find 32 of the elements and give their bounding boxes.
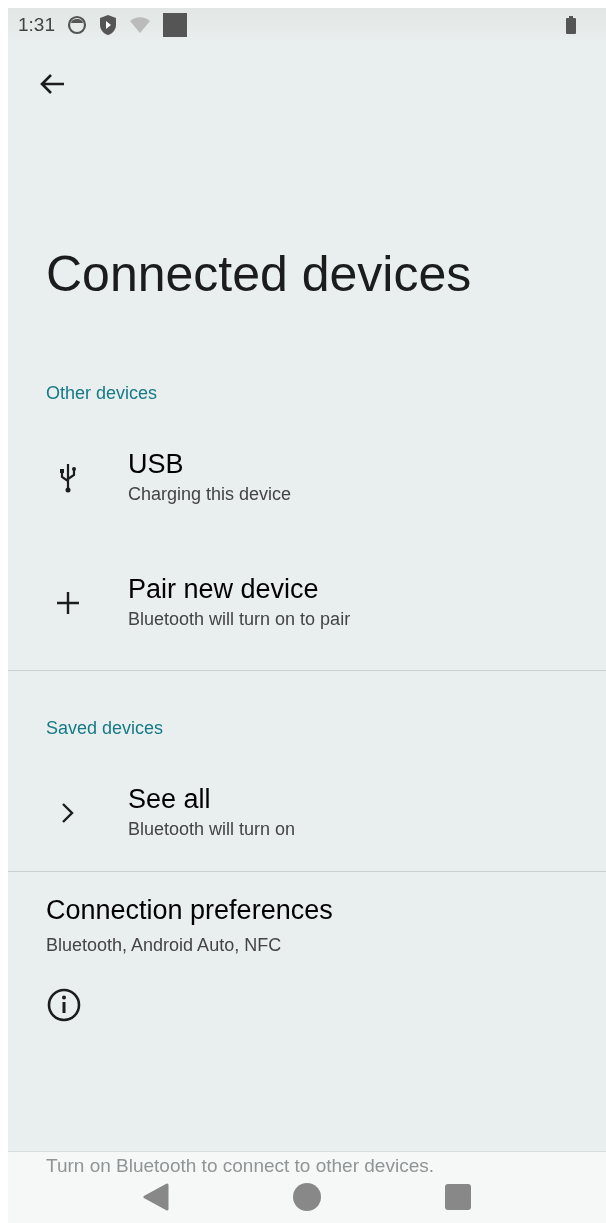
status-time: 1:31 bbox=[18, 12, 55, 37]
plus-icon bbox=[56, 591, 80, 615]
list-item[interactable]: See all Bluetooth will turn on bbox=[8, 755, 606, 871]
list-item[interactable]: Pair new device Bluetooth will turn on to pair bbox=[8, 536, 606, 670]
footer-text: Turn on Bluetooth to connect to other devices. bbox=[46, 1156, 434, 1177]
nav-recents-button[interactable] bbox=[445, 1182, 471, 1211]
item-subtitle: Bluetooth will turn on bbox=[128, 818, 296, 842]
nav-home-button[interactable] bbox=[293, 1182, 321, 1211]
section-header: Saved devices bbox=[46, 716, 165, 740]
list-item[interactable]: USB Charging this device bbox=[8, 420, 606, 536]
item-title: USB bbox=[128, 447, 185, 481]
nav-back-button[interactable] bbox=[143, 1182, 169, 1211]
item-title: See all bbox=[128, 782, 212, 816]
chevron-right-icon bbox=[61, 802, 75, 824]
preferences-item[interactable]: Connection preferences Bluetooth, Android Auto, NFC bbox=[8, 872, 606, 959]
info-icon bbox=[46, 986, 82, 1023]
item-subtitle: Charging this device bbox=[128, 483, 292, 507]
triangle-icon bbox=[143, 1182, 169, 1211]
page-title: Connected devices bbox=[46, 245, 473, 304]
square-icon bbox=[163, 13, 187, 37]
usb-icon bbox=[58, 463, 78, 493]
shield-play-icon bbox=[99, 14, 117, 36]
item-title: Connection preferences bbox=[46, 894, 334, 927]
wifi-icon bbox=[129, 16, 151, 34]
item-subtitle: Bluetooth will turn on to pair bbox=[128, 608, 351, 632]
clock-face-icon bbox=[67, 15, 87, 35]
square-icon bbox=[445, 1183, 471, 1210]
circle-icon bbox=[293, 1182, 321, 1211]
item-title: Pair new device bbox=[128, 572, 320, 606]
battery-icon bbox=[566, 16, 576, 34]
item-subtitle: Bluetooth, Android Auto, NFC bbox=[46, 933, 283, 957]
section-header: Other devices bbox=[46, 381, 159, 405]
